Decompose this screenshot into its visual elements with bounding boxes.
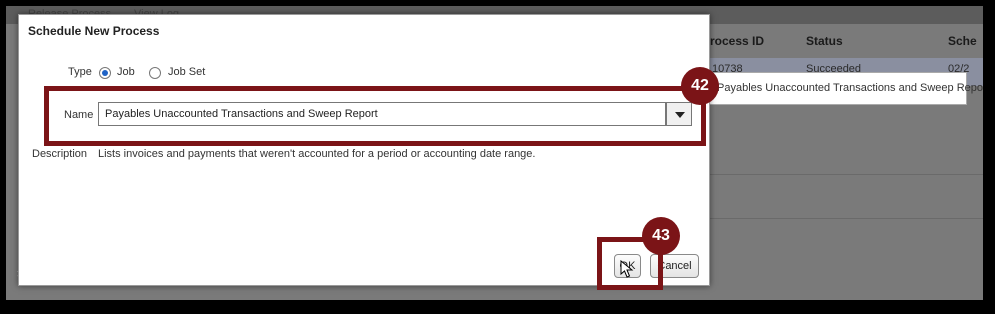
tooltip-text: Payables Unaccounted Transactions and Sw… bbox=[717, 82, 983, 94]
dialog-title: Schedule New Process bbox=[28, 24, 160, 38]
callout-43-badge: 43 bbox=[642, 217, 680, 255]
table-divider bbox=[706, 218, 983, 219]
name-field-highlight bbox=[44, 86, 706, 146]
column-schedule: Sche bbox=[948, 34, 977, 48]
job-set-option-label[interactable]: Job Set bbox=[168, 66, 205, 78]
description-label: Description bbox=[32, 148, 88, 160]
job-option-label[interactable]: Job bbox=[117, 66, 135, 78]
type-label: Type bbox=[68, 66, 92, 78]
column-process-id: Process ID bbox=[702, 34, 765, 48]
mouse-pointer-icon bbox=[620, 260, 634, 278]
job-radio[interactable] bbox=[99, 67, 111, 79]
callout-42-badge: 42 bbox=[681, 67, 719, 105]
description-value: Lists invoices and payments that weren't… bbox=[98, 148, 536, 160]
table-divider bbox=[706, 174, 983, 175]
name-tooltip: Payables Unaccounted Transactions and Sw… bbox=[684, 72, 983, 105]
job-set-radio[interactable] bbox=[149, 67, 161, 79]
column-status: Status bbox=[806, 34, 843, 48]
